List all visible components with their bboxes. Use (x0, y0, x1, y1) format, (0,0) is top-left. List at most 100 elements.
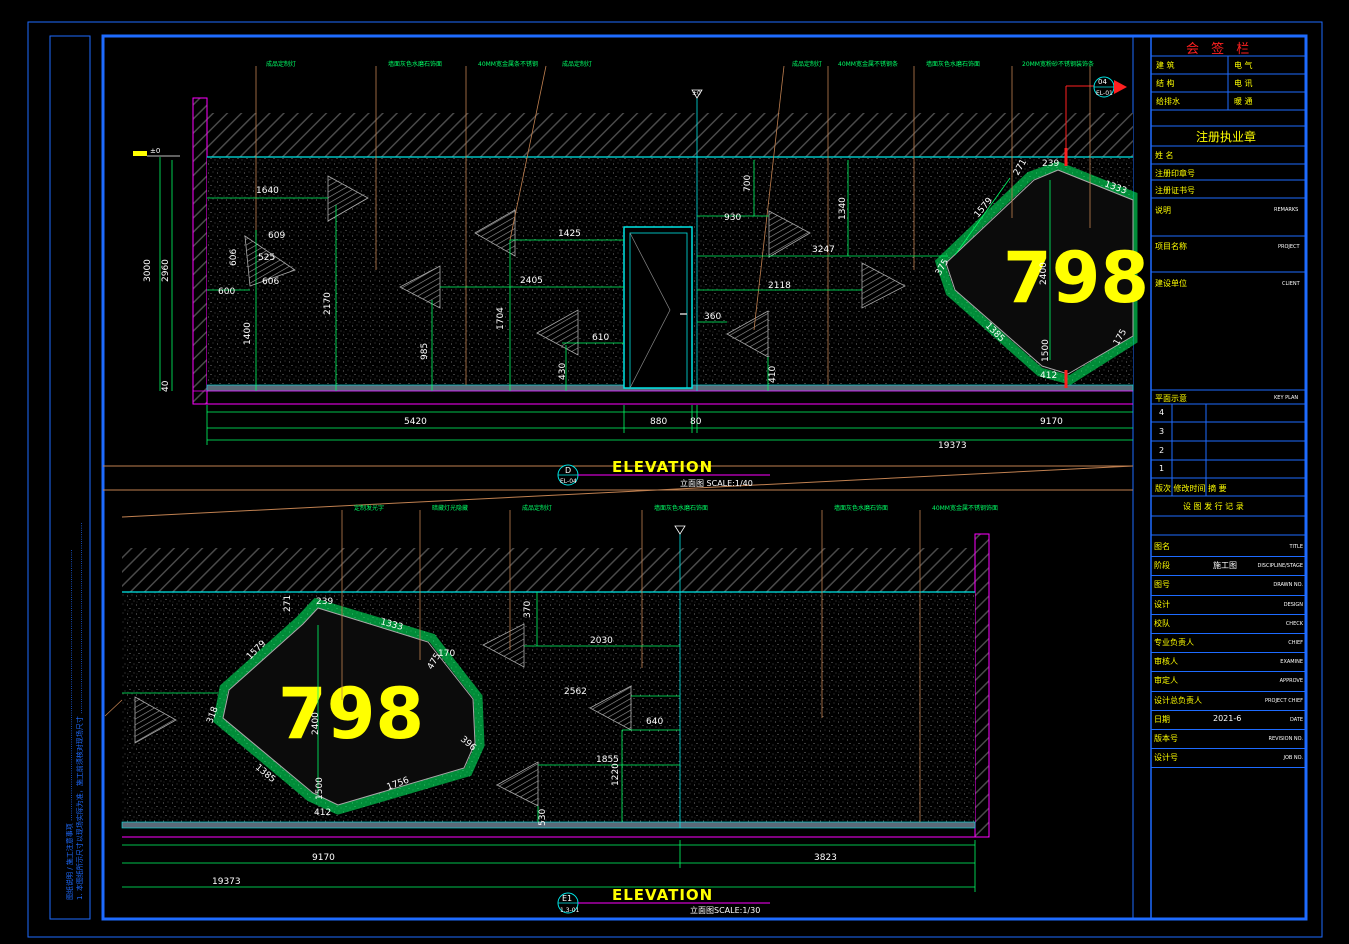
svg-text:700: 700 (743, 175, 753, 192)
svg-text:430: 430 (558, 363, 568, 380)
svg-text:1425: 1425 (558, 229, 581, 239)
svg-text:606: 606 (262, 277, 279, 287)
svg-text:9170: 9170 (1040, 417, 1063, 427)
svg-text:19373: 19373 (938, 441, 967, 451)
door-frame (623, 226, 693, 389)
seal-row: 姓 名 (1155, 151, 1174, 160)
svg-text:2400: 2400 (1039, 262, 1049, 285)
revision-number: 1 (1159, 464, 1165, 473)
bottom-wall-right (974, 533, 990, 838)
client-label: 建设单位 (1155, 279, 1187, 288)
seal-row: 注册证书号 (1155, 186, 1195, 195)
svg-text:±0: ±0 (150, 147, 160, 155)
svg-text:2170: 2170 (323, 292, 333, 315)
svg-text:2405: 2405 (520, 276, 543, 286)
logo-798: 798 (1003, 237, 1149, 319)
sign-row: 结 构 (1156, 79, 1175, 88)
svg-text:1704: 1704 (496, 307, 506, 330)
svg-text:墙面灰色水磨石饰面: 墙面灰色水磨石饰面 (926, 60, 980, 68)
revision-record: 设 图 发 行 记 录 (1183, 502, 1244, 511)
sign-row: 给排水 (1156, 97, 1180, 106)
svg-text:EL-01: EL-01 (1096, 90, 1113, 97)
info-row: 设计号 JOB NO. (1151, 749, 1306, 769)
svg-text:606: 606 (229, 249, 239, 266)
svg-text:412: 412 (314, 808, 331, 818)
svg-text:EL-04: EL-04 (560, 478, 577, 485)
svg-text:19373: 19373 (212, 877, 241, 887)
sign-row: 建 筑 (1156, 61, 1175, 70)
seal-row: 注册印章号 (1155, 169, 1195, 178)
svg-text:600: 600 (218, 287, 235, 297)
svg-text:2400: 2400 (311, 712, 321, 735)
svg-text:525: 525 (258, 253, 275, 263)
sign-row: 电 气 (1234, 61, 1253, 70)
svg-text:1500: 1500 (315, 777, 325, 800)
info-row: 校队 CHECK (1151, 615, 1306, 634)
svg-text:墙面灰色水磨石饰面: 墙面灰色水磨石饰面 (654, 504, 708, 512)
info-row: 版本号 REVISION NO. (1151, 730, 1306, 750)
svg-text:40MM宽金属条不锈钢: 40MM宽金属条不锈钢 (478, 60, 538, 68)
logo-798: 798 (278, 673, 424, 755)
info-row: 专业负责人 CHIEF (1151, 634, 1306, 654)
info-row: 图号 DRAWN NO. (1151, 576, 1306, 596)
svg-text:1.3-01: 1.3-01 (560, 907, 580, 914)
svg-text:412: 412 (1040, 371, 1057, 381)
svg-text:271: 271 (283, 595, 293, 612)
svg-text:D: D (565, 466, 571, 475)
svg-text:2118: 2118 (768, 281, 791, 291)
seal-title: 注册执业章 (1196, 130, 1257, 144)
svg-text:定制发光字: 定制发光字 (354, 504, 384, 512)
svg-text:239: 239 (316, 597, 333, 607)
info-row: 设计总负责人 PROJECT CHIEF (1151, 692, 1306, 711)
info-row: 审核人 EXAMINE (1151, 653, 1306, 673)
svg-text:20MM宽粉砂不锈钢装饰条: 20MM宽粉砂不锈钢装饰条 (1022, 60, 1094, 68)
left-notes: 图纸说明 / 施工注意事项 ..........................… (65, 550, 74, 901)
svg-text:3000: 3000 (143, 259, 153, 282)
top-slab-hatch (207, 113, 1133, 157)
svg-text:成品定制灯: 成品定制灯 (266, 60, 296, 68)
scale-label: 立面图 SCALE:1/40 (680, 478, 753, 488)
svg-text:3823: 3823 (814, 853, 837, 863)
client-en: CLIENT (1282, 281, 1300, 287)
scale-label: 立面图SCALE:1/30 (690, 905, 760, 915)
svg-text:E1: E1 (562, 894, 572, 903)
project-en: PROJECT (1278, 244, 1300, 250)
info-row: 设计 DESIGN (1151, 596, 1306, 615)
top-elevation: 798 04 EL-01 ±0 ±0 成品定制灯 墙面灰色水磨石饰面 40MM宽… (133, 60, 1149, 488)
svg-text:04: 04 (1098, 78, 1107, 86)
info-row: 审定人 APPROVE (1151, 672, 1306, 692)
svg-text:609: 609 (268, 231, 285, 241)
cad-sheet: 图纸说明 / 施工注意事项 ..........................… (27, 21, 1323, 938)
left-notes-2: 1. 本图纸所示尺寸以现场实际为准，施工前须核对现场尺寸 ...........… (75, 523, 84, 901)
svg-text:9170: 9170 (312, 853, 335, 863)
svg-text:暗藏灯光隐藏: 暗藏灯光隐藏 (432, 504, 468, 512)
svg-text:40MM宽金属不锈钢饰面: 40MM宽金属不锈钢饰面 (932, 504, 998, 512)
remarks-label: 说明 (1155, 206, 1171, 215)
revision-number: 2 (1159, 446, 1165, 455)
svg-text:985: 985 (420, 343, 430, 360)
elevation-title: ELEVATION (612, 886, 713, 904)
remarks-en: REMARKS (1274, 207, 1299, 213)
svg-text:2030: 2030 (590, 636, 613, 646)
svg-text:3247: 3247 (812, 245, 835, 255)
svg-text:239: 239 (1042, 159, 1059, 169)
revision-header: 版次 修改时间 摘 要 (1155, 484, 1227, 493)
info-row: 图名 TITLE (1151, 538, 1306, 558)
top-wall-left (192, 97, 208, 405)
svg-text:360: 360 (704, 312, 721, 322)
revision-number: 4 (1159, 408, 1165, 417)
keyplan-en: KEY PLAN (1274, 395, 1299, 401)
svg-text:墙面灰色水磨石饰面: 墙面灰色水磨石饰面 (388, 60, 442, 68)
keyplan-label: 平面示意 (1155, 394, 1187, 403)
svg-text:2562: 2562 (564, 687, 587, 697)
sign-row: 电 讯 (1234, 79, 1253, 88)
svg-text:530: 530 (538, 809, 548, 826)
svg-text:成品定制灯: 成品定制灯 (562, 60, 592, 68)
sign-row: 暖 通 (1234, 97, 1253, 106)
svg-text:40MM宽金属不锈钢条: 40MM宽金属不锈钢条 (838, 60, 898, 68)
svg-text:80: 80 (690, 417, 702, 427)
svg-text:930: 930 (724, 213, 741, 223)
svg-text:40: 40 (161, 380, 171, 392)
bottom-elevation: 798 定制发光字 暗藏灯光隐藏 成品定制灯 墙面灰色水磨石饰面 墙面灰色水磨石… (104, 504, 998, 915)
bottom-slab-hatch (122, 548, 975, 592)
